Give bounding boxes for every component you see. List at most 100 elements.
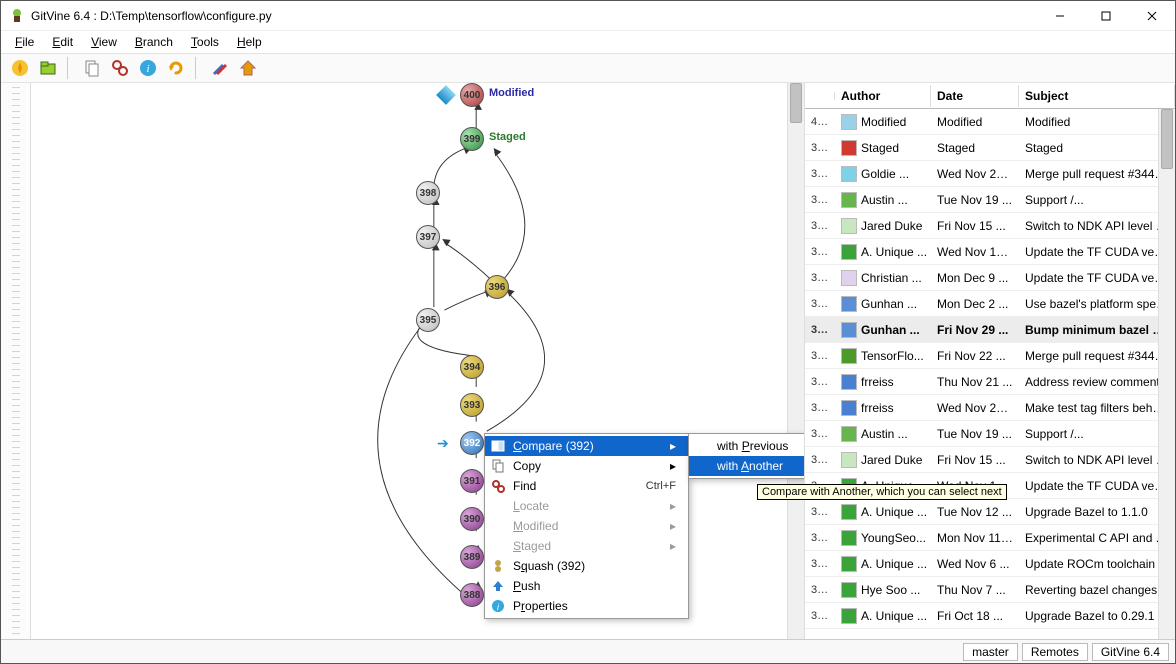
graph-node-392[interactable]: 392 (460, 431, 484, 455)
minimize-button[interactable] (1037, 1, 1083, 30)
commit-table: Author Date Subject 400ModifiedModifiedM… (805, 83, 1175, 639)
header-author[interactable]: Author (835, 85, 931, 107)
status-app[interactable]: GitVine 6.4 (1092, 643, 1169, 661)
find-icon (489, 478, 507, 494)
row-author: frreiss (835, 370, 931, 394)
ctx-properties[interactable]: i Properties (485, 596, 688, 616)
graph-node-388[interactable]: 388 (460, 583, 484, 607)
graph-node-393[interactable]: 393 (460, 393, 484, 417)
menu-view[interactable]: View (83, 33, 125, 51)
row-date: Mon Dec 2 ... (931, 293, 1019, 315)
window-controls (1037, 1, 1175, 30)
row-index: 383 (805, 554, 835, 574)
overview-gutter[interactable] (1, 83, 31, 639)
toolbar-tools-icon[interactable] (209, 57, 231, 79)
row-index: 384 (805, 528, 835, 548)
graph-node-400[interactable]: 400 (460, 83, 484, 107)
avatar-icon (841, 374, 857, 390)
table-row[interactable]: 385A. Unique ...Tue Nov 12 ...Upgrade Ba… (805, 499, 1175, 525)
titlebar: GitVine 6.4 : D:\Temp\tensorflow\configu… (1, 1, 1175, 31)
ctx-push[interactable]: Push (485, 576, 688, 596)
table-row[interactable]: 396Jared DukeFri Nov 15 ...Switch to NDK… (805, 213, 1175, 239)
ctx-find[interactable]: Find Ctrl+F (485, 476, 688, 496)
table-row[interactable]: 389frreissWed Nov 20 ...Make test tag fi… (805, 395, 1175, 421)
table-row[interactable]: 400ModifiedModifiedModified (805, 109, 1175, 135)
toolbar-open-icon[interactable] (37, 57, 59, 79)
menubar: File Edit View Branch Tools Help (1, 31, 1175, 53)
row-date: Staged (931, 137, 1019, 159)
maximize-button[interactable] (1083, 1, 1129, 30)
app-window: GitVine 6.4 : D:\Temp\tensorflow\configu… (0, 0, 1176, 664)
table-row[interactable]: 388Austin ...Tue Nov 19 ...Support /... (805, 421, 1175, 447)
context-menu: Compare (392) ▸ Copy ▸ Find Ctrl+F Locat… (484, 433, 689, 619)
row-author: Christian ... (835, 266, 931, 290)
ctx-compare[interactable]: Compare (392) ▸ (485, 436, 688, 456)
status-branch[interactable]: master (963, 643, 1018, 661)
ctx-squash[interactable]: Squash (392) (485, 556, 688, 576)
graph-pane[interactable]: 400 Modified 399 Staged 398 397 396 395 … (31, 83, 805, 639)
table-row[interactable]: 397Austin ...Tue Nov 19 ...Support /... (805, 187, 1175, 213)
table-row[interactable]: 384YoungSeo...Mon Nov 11 ...Experimental… (805, 525, 1175, 551)
table-scrollbar[interactable] (1158, 109, 1175, 639)
table-row[interactable]: 399StagedStagedStaged (805, 135, 1175, 161)
toolbar-reload-icon[interactable] (165, 57, 187, 79)
table-row[interactable]: 381A. Unique ...Fri Oct 18 ...Upgrade Ba… (805, 603, 1175, 629)
table-row[interactable]: 394Christian ...Mon Dec 9 ...Update the … (805, 265, 1175, 291)
row-index: 381 (805, 606, 835, 626)
graph-node-400-label: Modified (489, 87, 534, 99)
toolbar-copy-icon[interactable] (81, 57, 103, 79)
row-author: A. Unique ... (835, 240, 931, 264)
graph-node-391[interactable]: 391 (460, 469, 484, 493)
menu-edit[interactable]: Edit (44, 33, 81, 51)
table-row[interactable]: 382Hye Soo ...Thu Nov 7 ...Reverting baz… (805, 577, 1175, 603)
table-row[interactable]: 390frreissThu Nov 21 ...Address review c… (805, 369, 1175, 395)
row-subject: Reverting bazel changes. (1019, 579, 1175, 601)
graph-node-398[interactable]: 398 (416, 181, 440, 205)
table-row[interactable]: 391TensorFlo...Fri Nov 22 ...Merge pull … (805, 343, 1175, 369)
graph-node-396[interactable]: 396 (485, 275, 509, 299)
menu-tools[interactable]: Tools (183, 33, 227, 51)
row-subject: Update the TF CUDA version ... (1019, 475, 1175, 497)
header-date[interactable]: Date (931, 85, 1019, 107)
graph-node-395[interactable]: 395 (416, 308, 440, 332)
toolbar-home-icon[interactable] (237, 57, 259, 79)
toolbar-new-icon[interactable] (9, 57, 31, 79)
table-body: 400ModifiedModifiedModified399StagedStag… (805, 109, 1175, 639)
ctx-compare-previous[interactable]: with Previous (689, 436, 805, 456)
avatar-icon (841, 192, 857, 208)
graph-node-389[interactable]: 389 (460, 545, 484, 569)
row-author: Modified (835, 110, 931, 134)
ctx-compare-another[interactable]: with Another (689, 456, 805, 476)
graph-node-394[interactable]: 394 (460, 355, 484, 379)
row-date: Wed Nov 20 ... (931, 163, 1019, 185)
row-author: A. Unique ... (835, 604, 931, 628)
menu-help[interactable]: Help (229, 33, 270, 51)
row-author: Jared Duke (835, 448, 931, 472)
close-button[interactable] (1129, 1, 1175, 30)
toolbar-info-icon[interactable]: i (137, 57, 159, 79)
row-date: Modified (931, 111, 1019, 133)
avatar-icon (841, 452, 857, 468)
graph-node-390[interactable]: 390 (460, 507, 484, 531)
row-date: Thu Nov 21 ... (931, 371, 1019, 393)
graph-node-397[interactable]: 397 (416, 225, 440, 249)
table-row[interactable]: 387Jared DukeFri Nov 15 ...Switch to NDK… (805, 447, 1175, 473)
menu-file[interactable]: File (7, 33, 42, 51)
table-row[interactable]: 383A. Unique ...Wed Nov 6 ...Update ROCm… (805, 551, 1175, 577)
status-remotes[interactable]: Remotes (1022, 643, 1088, 661)
graph-scrollbar[interactable] (787, 83, 804, 639)
header-subject[interactable]: Subject (1019, 85, 1175, 107)
table-row[interactable]: 393Gunhan ...Mon Dec 2 ...Use bazel's pl… (805, 291, 1175, 317)
graph-node-399[interactable]: 399 (460, 127, 484, 151)
table-row[interactable]: 392Gunhan ...Fri Nov 29 ...Bump minimum … (805, 317, 1175, 343)
table-row[interactable]: 395A. Unique ...Wed Nov 13 ...Update the… (805, 239, 1175, 265)
table-row[interactable]: 398Goldie ...Wed Nov 20 ...Merge pull re… (805, 161, 1175, 187)
window-title: GitVine 6.4 : D:\Temp\tensorflow\configu… (31, 9, 272, 23)
menu-branch[interactable]: Branch (127, 33, 181, 51)
row-author: Staged (835, 136, 931, 160)
row-index: 389 (805, 398, 835, 418)
toolbar-find-icon[interactable] (109, 57, 131, 79)
current-commit-marker-icon: ➔ (437, 435, 449, 452)
row-index: 393 (805, 294, 835, 314)
ctx-copy[interactable]: Copy ▸ (485, 456, 688, 476)
